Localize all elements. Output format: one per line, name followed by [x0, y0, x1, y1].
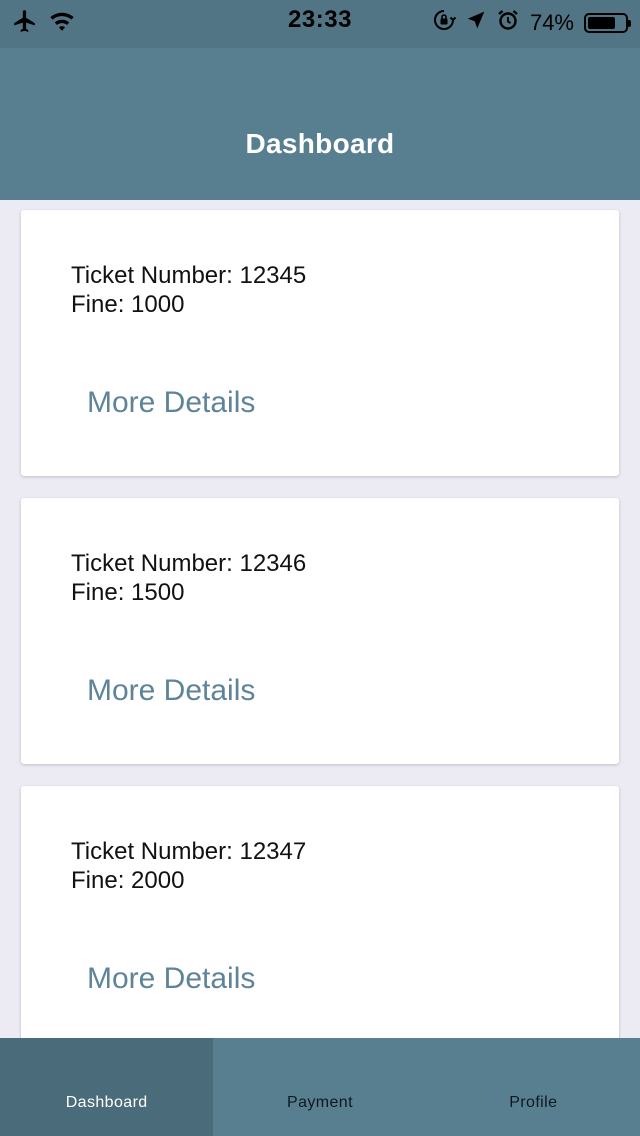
tab-dashboard[interactable]: Dashboard: [0, 1038, 214, 1136]
ticket-fine: Fine: 1500: [71, 579, 185, 606]
navigation-header: Dashboard: [0, 48, 640, 200]
ticket-number: Ticket Number: 12346: [71, 550, 307, 577]
ticket-number: Ticket Number: 12347: [71, 838, 307, 865]
location-arrow-icon: [466, 10, 486, 35]
ticket-list[interactable]: Ticket Number: 12345 Fine: 1000 More Det…: [0, 200, 640, 1038]
more-details-button[interactable]: More Details: [87, 386, 255, 420]
more-details-button[interactable]: More Details: [87, 674, 255, 708]
page-title: Dashboard: [245, 128, 395, 159]
tab-profile[interactable]: Profile: [427, 1038, 640, 1136]
status-right-icons: 74%: [432, 8, 631, 37]
ticket-card: Ticket Number: 12347 Fine: 2000 More Det…: [21, 786, 619, 1038]
more-details-button[interactable]: More Details: [87, 962, 255, 996]
status-bar: 23:33 74%: [0, 0, 640, 48]
ticket-card: Ticket Number: 12346 Fine: 1500 More Det…: [21, 498, 619, 764]
ticket-number: Ticket Number: 12345: [71, 262, 307, 289]
app-screen: 23:33 74% Dashboard Ticket Number: 12345…: [0, 0, 640, 1136]
ticket-fine: Fine: 2000: [71, 867, 185, 894]
ticket-card: Ticket Number: 12345 Fine: 1000 More Det…: [21, 210, 619, 476]
battery-icon: [584, 12, 631, 33]
ticket-fine: Fine: 1000: [71, 291, 185, 318]
tab-bar: Dashboard Payment Profile: [0, 1038, 640, 1136]
tab-payment[interactable]: Payment: [213, 1038, 426, 1136]
orientation-lock-icon: [432, 8, 457, 37]
battery-percent: 74%: [529, 9, 574, 35]
alarm-icon: [496, 8, 520, 37]
battery-level: [588, 16, 615, 29]
